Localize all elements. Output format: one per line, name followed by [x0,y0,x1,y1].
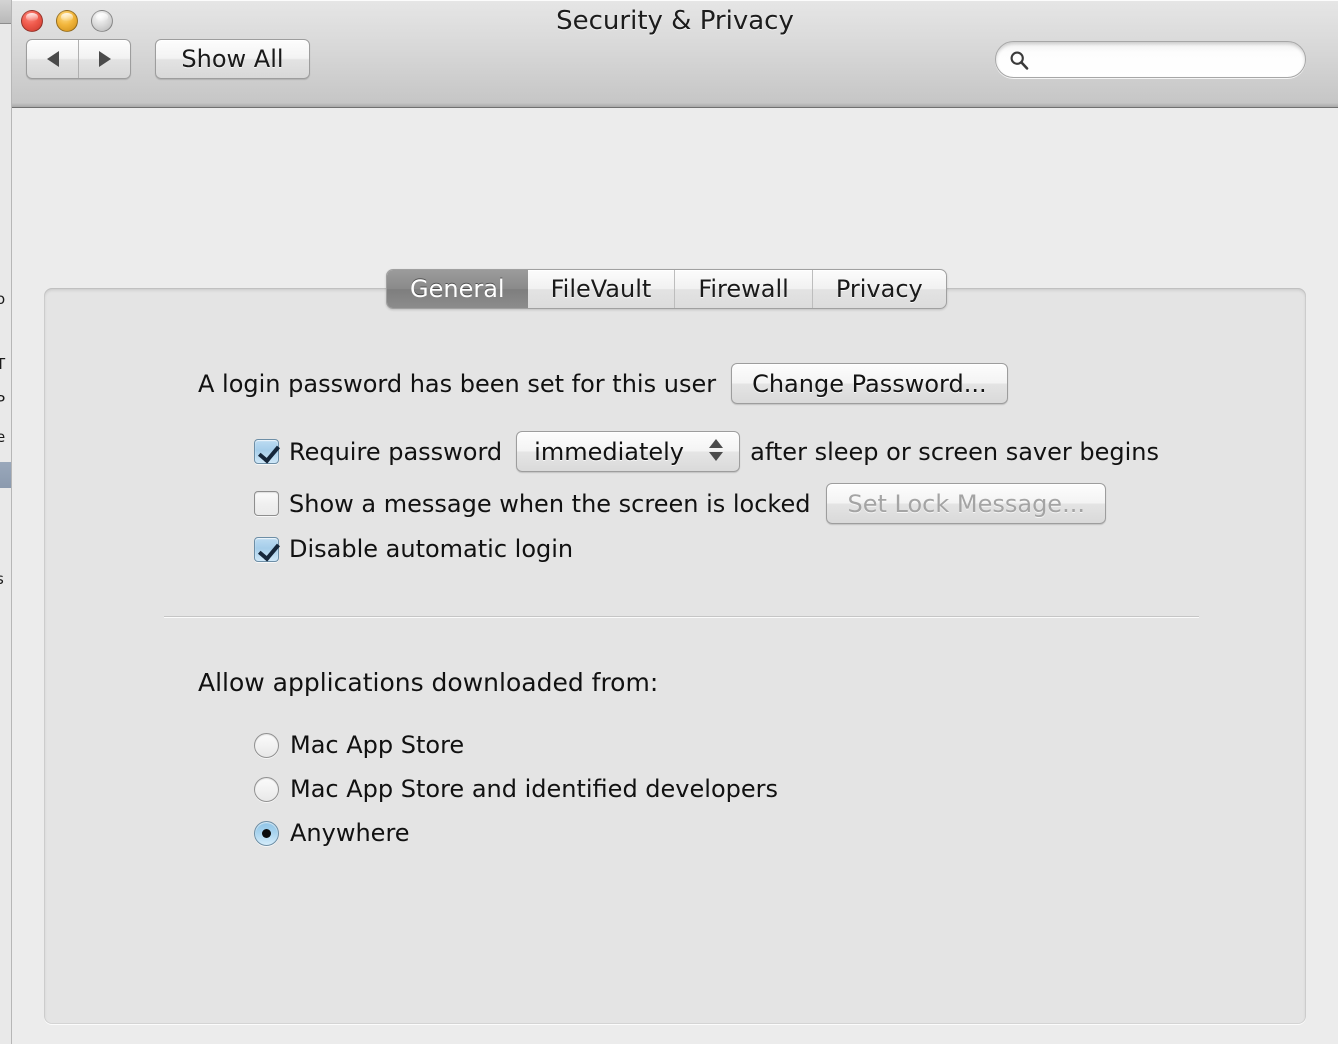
search-icon [1010,51,1029,70]
section-divider [164,616,1199,617]
login-password-text: A login password has been set for this u… [198,369,717,398]
radio-anywhere-label: Anywhere [290,819,410,847]
radio-identified-developers[interactable] [254,776,279,802]
tab-firewall[interactable]: Firewall [674,270,812,308]
set-lock-message-button: Set Lock Message... [826,483,1106,524]
general-pane: A login password has been set for this u… [44,288,1306,1024]
chevron-up-icon [709,439,724,448]
chevron-down-icon [709,452,724,461]
disable-automatic-login-label: Disable automatic login [289,535,574,563]
background-text-fragment: e [0,428,5,446]
back-button[interactable] [27,40,78,78]
require-password-row: Require password immediately after sleep… [254,431,1159,472]
tab-general[interactable]: General [387,270,528,308]
tab-general-label: General [410,275,505,303]
tab-firewall-label: Firewall [698,275,789,303]
radio-anywhere[interactable] [254,820,279,846]
window-body: General FileVault Firewall Privacy A log… [12,108,1338,1044]
allow-option-mac-app-store[interactable]: Mac App Store [254,731,464,759]
show-lock-message-row: Show a message when the screen is locked… [254,483,1106,524]
search-input[interactable] [1035,48,1285,71]
background-text-fragment: P [0,392,5,410]
radio-mac-app-store-label: Mac App Store [290,731,465,759]
radio-identified-developers-label: Mac App Store and identified developers [290,775,778,803]
tab-bar: General FileVault Firewall Privacy [386,269,947,309]
disable-automatic-login-checkbox[interactable] [254,536,279,562]
background-text-fragment: o [0,290,5,308]
show-lock-message-label: Show a message when the screen is locked [289,489,811,518]
navigation-segmented-control[interactable] [26,39,131,79]
page-title: Security & Privacy [556,6,794,36]
popup-stepper-arrows [709,439,724,461]
set-lock-message-label: Set Lock Message... [847,489,1085,518]
allow-applications-heading: Allow applications downloaded from: [198,668,659,697]
require-password-delay-popup[interactable]: immediately [516,431,741,472]
forward-arrow-icon [98,51,111,67]
show-all-button[interactable]: Show All [155,39,310,79]
tab-filevault[interactable]: FileVault [528,270,675,308]
show-all-label: Show All [181,45,284,73]
disable-automatic-login-row: Disable automatic login [254,535,573,563]
login-password-row: A login password has been set for this u… [198,363,1008,404]
forward-button[interactable] [78,40,130,78]
radio-mac-app-store[interactable] [254,732,279,758]
allow-option-identified-developers[interactable]: Mac App Store and identified developers [254,775,778,803]
show-lock-message-checkbox[interactable] [254,491,279,516]
back-arrow-icon [46,51,59,67]
tab-privacy[interactable]: Privacy [811,270,946,308]
window-toolbar: Security & Privacy Show All [12,0,1338,108]
background-text-fragment: : [0,640,1,658]
security-privacy-window: Security & Privacy Show All General File… [11,0,1338,1044]
tab-privacy-label: Privacy [835,275,923,303]
change-password-label: Change Password... [752,369,987,398]
change-password-button[interactable]: Change Password... [731,363,1008,404]
background-text-fragment: s [0,570,4,588]
require-password-label: Require password [289,437,503,466]
require-password-suffix-label: after sleep or screen saver begins [750,437,1160,466]
tab-filevault-label: FileVault [550,275,652,303]
background-text-fragment: T [0,355,5,373]
require-password-delay-value: immediately [534,437,685,466]
require-password-checkbox[interactable] [254,439,279,464]
allow-option-anywhere[interactable]: Anywhere [254,819,410,847]
search-field[interactable] [995,41,1306,78]
